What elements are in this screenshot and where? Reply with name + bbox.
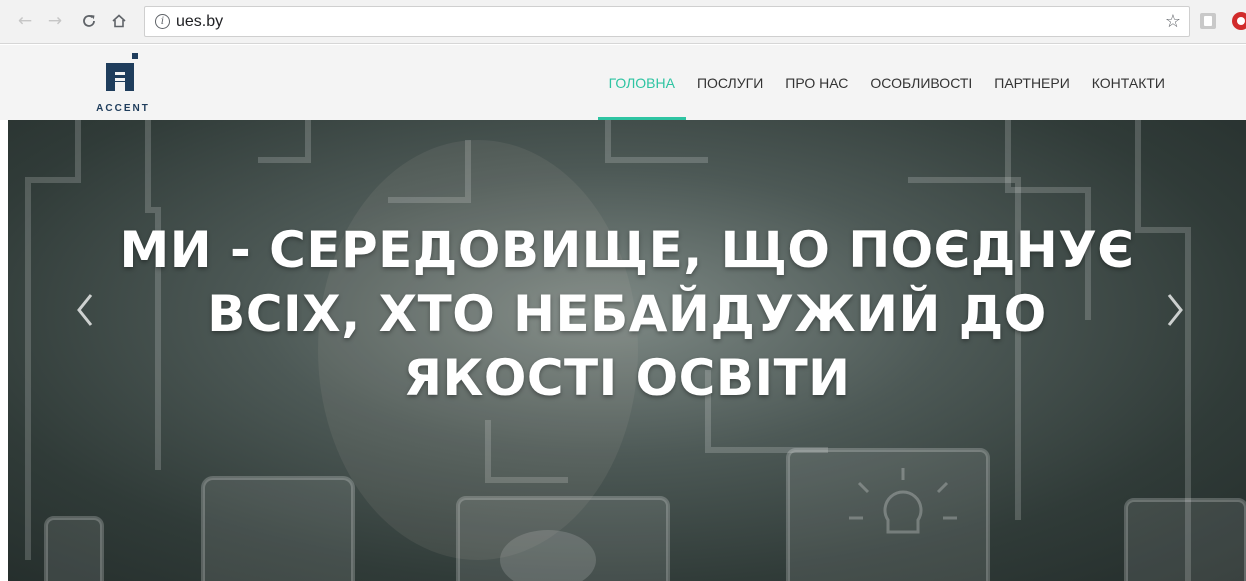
star-icon[interactable]: ☆ bbox=[1165, 11, 1181, 32]
logo[interactable]: ACCENT bbox=[88, 49, 158, 115]
hero-title-line: МИ - СЕРЕДОВИЩЕ, ЩО ПОЄДНУЄ bbox=[119, 221, 1135, 279]
info-icon[interactable]: i bbox=[155, 14, 170, 29]
chevron-right-icon bbox=[1167, 294, 1183, 326]
address-bar[interactable]: i ues.by ☆ bbox=[144, 6, 1190, 37]
reload-icon bbox=[83, 15, 95, 27]
forward-button[interactable]: → bbox=[44, 10, 66, 32]
slider-prev-button[interactable] bbox=[68, 285, 102, 335]
acrobat-extension-icon[interactable] bbox=[1200, 13, 1216, 29]
hero-title-line: ЯКОСТІ ОСВІТИ bbox=[403, 349, 851, 407]
logo-text: ACCENT bbox=[96, 103, 150, 114]
extension-icon[interactable] bbox=[1232, 12, 1246, 30]
main-menu: ГОЛОВНА ПОСЛУГИ ПРО НАС ОСОБЛИВОСТІ ПАРТ… bbox=[597, 45, 1176, 120]
site-header: ACCENT ГОЛОВНА ПОСЛУГИ ПРО НАС ОСОБЛИВОС… bbox=[0, 45, 1246, 120]
menu-item-about[interactable]: ПРО НАС bbox=[774, 45, 859, 120]
hero-title: МИ - СЕРЕДОВИЩЕ, ЩО ПОЄДНУЄ ВСІХ, ХТО НЕ… bbox=[68, 218, 1186, 410]
hero-slider: МИ - СЕРЕДОВИЩЕ, ЩО ПОЄДНУЄ ВСІХ, ХТО НЕ… bbox=[8, 120, 1246, 581]
home-button[interactable] bbox=[108, 10, 130, 32]
url-text[interactable]: ues.by bbox=[176, 13, 223, 31]
arrow-right-icon: → bbox=[47, 11, 63, 31]
hero-title-line: ВСІХ, ХТО НЕБАЙДУЖИЙ ДО bbox=[207, 285, 1047, 343]
browser-toolbar: ← → i ues.by ☆ bbox=[0, 0, 1246, 44]
logo-mark-icon bbox=[106, 53, 138, 91]
menu-item-features[interactable]: ОСОБЛИВОСТІ bbox=[859, 45, 983, 120]
chevron-left-icon bbox=[77, 294, 93, 326]
slider-next-button[interactable] bbox=[1158, 285, 1192, 335]
reload-button[interactable] bbox=[78, 10, 100, 32]
back-button[interactable]: ← bbox=[14, 10, 36, 32]
menu-item-services[interactable]: ПОСЛУГИ bbox=[686, 45, 774, 120]
arrow-left-icon: ← bbox=[17, 11, 33, 31]
menu-item-partners[interactable]: ПАРТНЕРИ bbox=[983, 45, 1081, 120]
menu-item-home[interactable]: ГОЛОВНА bbox=[597, 45, 687, 120]
menu-item-contacts[interactable]: КОНТАКТИ bbox=[1081, 45, 1176, 120]
home-icon bbox=[112, 14, 126, 28]
